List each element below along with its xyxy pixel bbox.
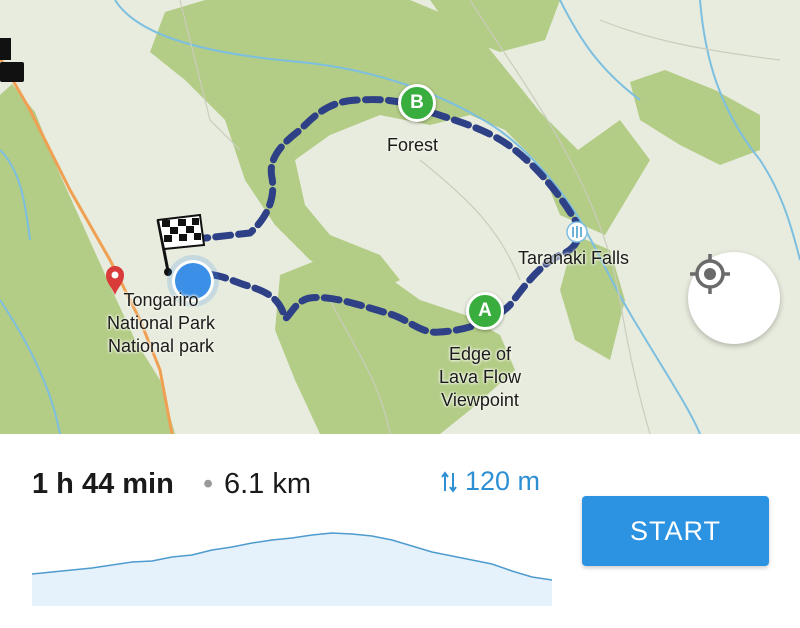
park-label-line: National park (108, 336, 215, 356)
viewpoint-label-line: Edge of (448, 344, 512, 364)
park-label-line: National Park (107, 313, 216, 333)
track (419, 159, 521, 281)
waterfall-icon (566, 221, 588, 243)
crosshair-icon (690, 254, 730, 294)
waypoint-a-marker[interactable]: A (466, 292, 504, 330)
waypoint-b-marker[interactable]: B (398, 84, 436, 122)
elevation-gain-value: 120 m (465, 466, 541, 496)
my-location-button[interactable] (688, 252, 780, 344)
start-button[interactable]: START (582, 496, 769, 566)
route-distance: 6.1 km (224, 468, 312, 500)
viewpoint-label-line: Lava Flow (439, 367, 522, 387)
park-label: Tongariro National Park National park (107, 289, 215, 358)
elevation-profile-chart[interactable] (32, 528, 552, 606)
elevation-profile-fill (32, 533, 552, 606)
forest-area-east (630, 70, 760, 165)
track (599, 19, 781, 61)
viewpoint-label-line: Viewpoint (441, 390, 519, 410)
river (559, 0, 641, 101)
map-overlay-marker (0, 62, 24, 82)
map-overlay-marker (0, 38, 11, 60)
park-label-line: Tongariro (123, 290, 199, 310)
separator-dot: • (203, 468, 214, 500)
forest-area-west (0, 84, 175, 434)
viewpoint-label: Edge of Lava Flow Viewpoint (439, 343, 521, 412)
map-view[interactable]: Forest Taranaki Falls Tongariro National… (0, 0, 800, 434)
falls-label: Taranaki Falls (518, 248, 630, 268)
forest-label: Forest (387, 135, 439, 155)
elevation-gain: 120 m (441, 466, 540, 497)
map-canvas (0, 0, 800, 434)
up-down-arrows-icon (441, 470, 457, 493)
route-duration: 1 h 44 min (32, 468, 174, 500)
